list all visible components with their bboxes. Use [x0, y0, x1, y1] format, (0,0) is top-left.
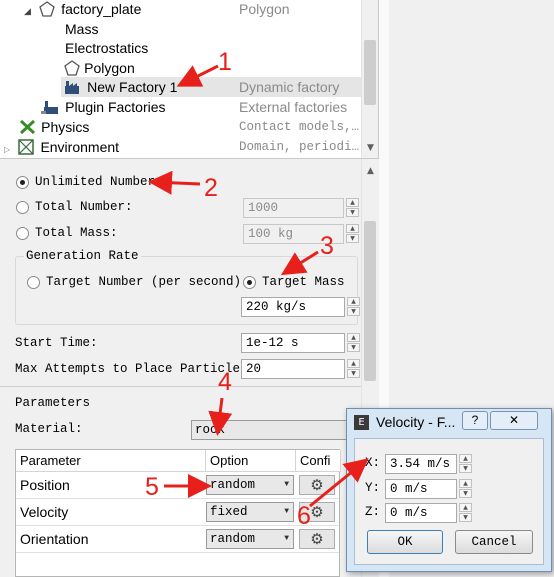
annotation-arrow-3 [280, 250, 319, 276]
annotation-label-1: 1 [218, 48, 232, 76]
annotation-arrow-6 [309, 458, 369, 508]
annotation-label-5: 5 [145, 473, 159, 501]
annotation-label-6: 6 [297, 502, 311, 530]
annotation-arrow-2 [148, 170, 201, 195]
annotation-label-2: 2 [204, 174, 218, 202]
annotation-arrows [148, 64, 369, 508]
annotation-arrow-1 [176, 64, 219, 87]
annotation-label-4: 4 [218, 368, 232, 396]
annotation-label-3: 3 [320, 232, 334, 260]
annotation-arrow-4 [208, 397, 233, 436]
